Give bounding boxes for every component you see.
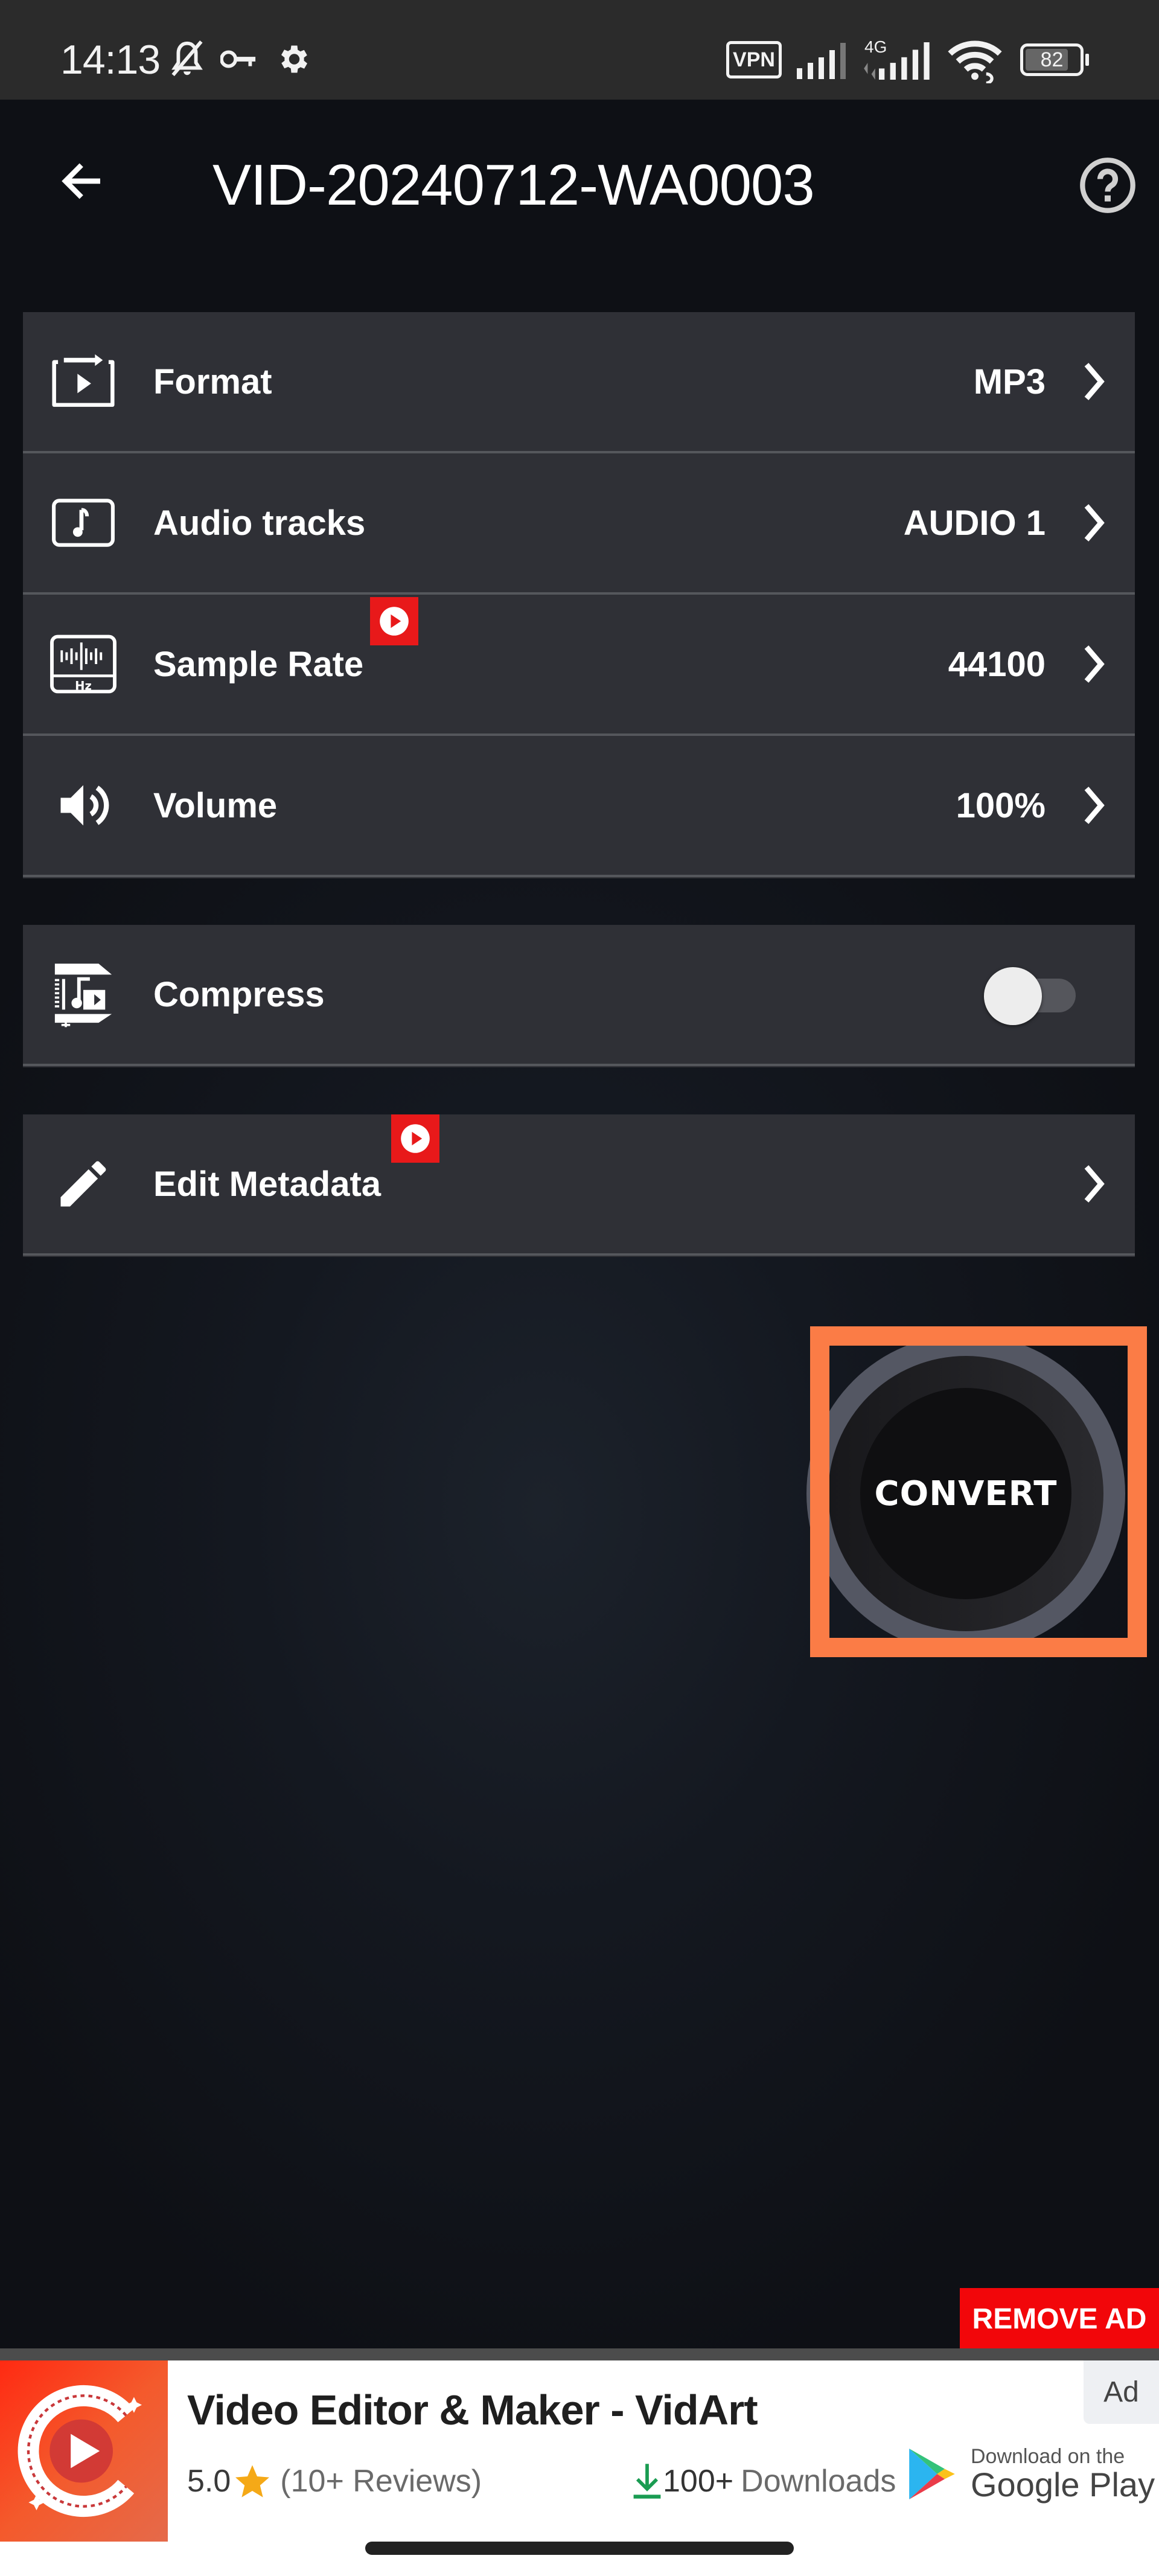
home-indicator[interactable]: [365, 2542, 794, 2555]
convert-button[interactable]: CONVERT: [860, 1388, 1071, 1599]
page-title: VID-20240712-WA0003: [212, 153, 815, 217]
vidart-logo-icon: [18, 2385, 142, 2517]
ad-downloads: 100+ Downloads: [631, 2462, 896, 2501]
ad-divider: [0, 2348, 1159, 2362]
gear-icon: [281, 45, 307, 73]
compress-row: Compress: [23, 925, 1135, 1066]
compress-label: Compress: [153, 974, 325, 1014]
play-circle-icon: [380, 607, 409, 636]
format-label: Format: [153, 362, 272, 401]
key-icon: [220, 50, 256, 68]
music-note-icon: [47, 487, 120, 559]
download-icon: [633, 2464, 661, 2499]
compress-icon: [47, 958, 120, 1031]
compress-toggle[interactable]: [984, 962, 1081, 1029]
format-value: MP3: [973, 362, 1046, 401]
toggle-thumb: [984, 967, 1042, 1025]
help-circle-icon: [1080, 158, 1135, 213]
bell-off-icon: [171, 40, 203, 77]
volume-icon: [47, 769, 120, 842]
svg-text:Hz: Hz: [75, 679, 92, 692]
back-button[interactable]: [48, 148, 115, 214]
ad-app-icon[interactable]: [0, 2360, 168, 2542]
downloads-label: Downloads: [741, 2464, 896, 2499]
volume-label: Volume: [153, 785, 278, 825]
chevron-right-icon: [1076, 781, 1112, 829]
google-play-icon: [909, 2449, 955, 2499]
edit-metadata-label: Edit Metadata: [153, 1164, 382, 1204]
4g-signal-icon: [864, 42, 930, 80]
edit-metadata-row[interactable]: Edit Metadata: [23, 1114, 1135, 1256]
chevron-right-icon: [1076, 640, 1112, 688]
google-play-badge[interactable]: Download on the Google Play: [907, 2445, 1155, 2503]
rewarded-ad-badge: [391, 1114, 439, 1163]
settings-card: Format MP3 Audio tracks AUDIO 1 Hz Sampl…: [23, 312, 1135, 878]
compress-card: Compress: [23, 925, 1135, 1067]
downloads-count: 100+: [663, 2464, 734, 2499]
wifi-icon: [948, 40, 1002, 83]
metadata-card: Edit Metadata: [23, 1114, 1135, 1257]
chevron-right-icon: [1076, 357, 1112, 406]
sample-rate-label: Sample Rate: [153, 644, 364, 684]
vpn-icon: VPN: [726, 41, 782, 78]
signal-icon: [797, 43, 846, 79]
status-bar: 14:13 VPN 4G 82: [0, 0, 1159, 100]
play-circle-icon: [401, 1124, 430, 1153]
audio-tracks-value: AUDIO 1: [903, 503, 1046, 543]
ad-title[interactable]: Video Editor & Maker - VidArt: [187, 2386, 758, 2434]
star-icon: [235, 2465, 270, 2498]
store-small-text: Download on the: [971, 2445, 1125, 2468]
ad-label: Ad: [1084, 2360, 1159, 2424]
sample-rate-value: 44100: [948, 644, 1046, 684]
volume-value: 100%: [956, 785, 1046, 825]
format-convert-icon: [47, 345, 120, 418]
chevron-right-icon: [1076, 499, 1112, 547]
battery-icon: 82: [1020, 43, 1089, 76]
reviews-count: (10+ Reviews): [280, 2464, 482, 2499]
status-time: 14:13: [60, 37, 161, 83]
volume-row[interactable]: Volume 100%: [23, 736, 1135, 877]
rewarded-ad-badge: [370, 597, 418, 645]
chevron-right-icon: [1076, 1160, 1112, 1208]
audio-tracks-row[interactable]: Audio tracks AUDIO 1: [23, 453, 1135, 595]
ad-rating: 5.0 (10+ Reviews): [187, 2462, 482, 2501]
remove-ad-button[interactable]: REMOVE AD: [960, 2288, 1159, 2350]
rating-value: 5.0: [187, 2464, 231, 2499]
store-big-text: Google Play: [971, 2466, 1155, 2504]
convert-label: CONVERT: [874, 1474, 1058, 1513]
help-button[interactable]: [1074, 152, 1141, 219]
format-row[interactable]: Format MP3: [23, 312, 1135, 453]
sample-rate-hz-icon: Hz: [47, 628, 120, 700]
pencil-icon: [47, 1148, 120, 1220]
sample-rate-row[interactable]: Hz Sample Rate 44100: [23, 595, 1135, 736]
audio-tracks-label: Audio tracks: [153, 503, 366, 543]
arrow-left-icon: [62, 163, 100, 199]
